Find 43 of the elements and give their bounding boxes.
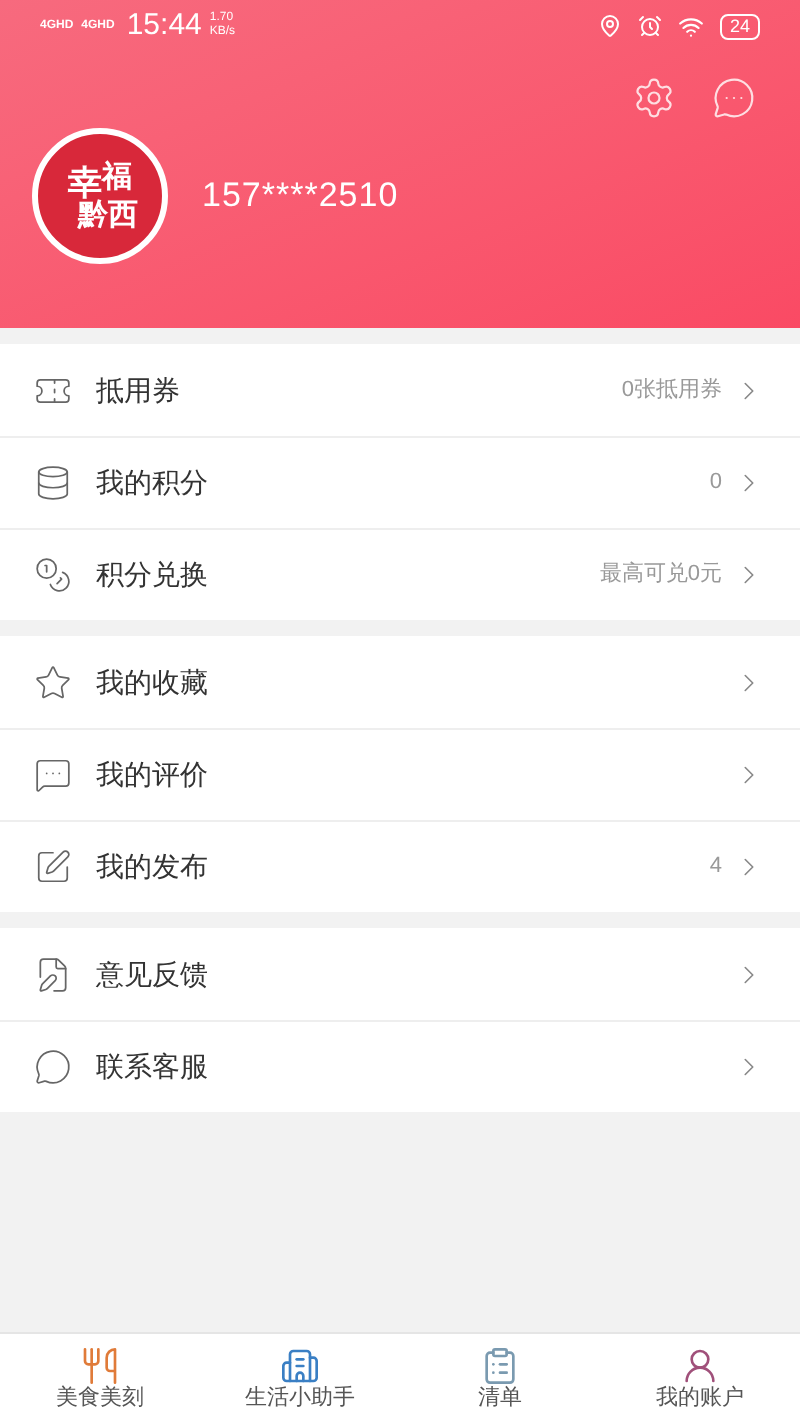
menu-label: 我的积分 [96,464,208,502]
menu-value: 0张抵用券 [621,375,722,406]
menu-item[interactable]: 积分兑换 最高可兑0元 [0,528,800,620]
menu-item[interactable]: 意见反馈 [0,928,800,1020]
settings-icon[interactable] [632,76,676,120]
battery-indicator: 24 [719,13,760,39]
menu-item[interactable]: 我的评价 [0,728,800,820]
coins-icon [34,556,72,594]
menu-item[interactable]: 抵用券 0张抵用券 [0,344,800,436]
menu-value: 最高可兑0元 [599,559,722,591]
menu-label: 积分兑换 [96,556,208,594]
star-icon [34,663,72,701]
menu-label: 我的收藏 [96,663,208,701]
menu-label: 我的发布 [96,848,208,886]
menu-item[interactable]: 我的收藏 [0,636,800,728]
user-icon [680,1345,720,1385]
tab-item[interactable]: 美食美刻 [0,1334,200,1422]
menu-label: 联系客服 [96,1048,208,1086]
menu-item[interactable]: 我的积分 0 [0,436,800,528]
menu-label: 意见反馈 [96,955,208,993]
tab-item[interactable]: 我的账户 [600,1334,800,1422]
chat-bubble-icon [34,756,72,794]
wifi-icon [677,13,704,39]
tab-item[interactable]: 生活小助手 [200,1334,400,1422]
menu-label: 我的评价 [96,756,208,794]
menu-value: 0 [709,468,722,499]
clock-time: 15:44 [126,5,202,46]
menu-item[interactable]: 联系客服 [0,1020,800,1112]
edit-icon [34,848,72,886]
fork-knife-icon [80,1345,120,1385]
menu-item[interactable]: 我的发布 4 [0,820,800,912]
menu-value: 4 [709,852,722,883]
buildings-icon [280,1345,320,1385]
note-pen-icon [34,955,72,993]
location-icon [597,14,622,38]
clipboard-icon [480,1345,520,1385]
coin-stack-icon [34,464,72,502]
menu-label: 抵用券 [96,371,180,409]
tab-item[interactable]: 清单 [400,1334,600,1422]
chat-icon [34,1048,72,1086]
message-icon[interactable] [712,76,756,120]
alarm-icon [637,14,662,38]
phone-number: 157****2510 [202,174,399,219]
